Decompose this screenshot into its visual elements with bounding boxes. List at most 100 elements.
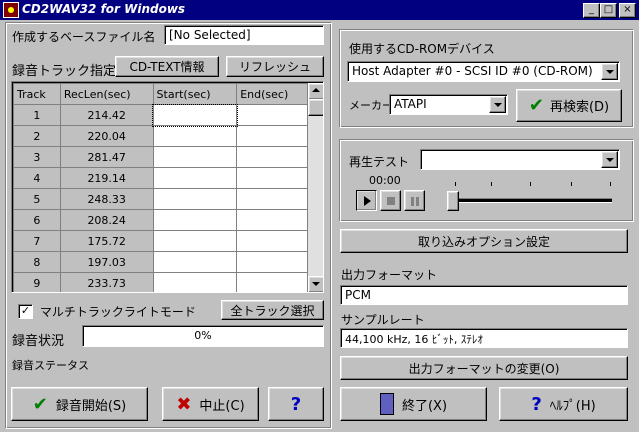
table-row[interactable]: 8 197.03 <box>13 251 308 273</box>
sample-rate-label: サンプルレート <box>341 313 425 327</box>
table-row[interactable]: 5 248.33 <box>13 188 308 210</box>
column-header-end[interactable]: End(sec) <box>236 83 308 105</box>
playtest-dropdown-arrow-icon[interactable] <box>601 151 618 168</box>
output-format-field: PCM <box>340 285 628 305</box>
track-number-cell: 4 <box>13 167 61 189</box>
playtest-label: 再生テスト <box>349 155 410 169</box>
change-format-button[interactable]: 出力フォーマットの変更(O) <box>340 356 628 380</box>
rec-status-text-label: 録音ステータス <box>12 359 89 372</box>
track-number-cell: 5 <box>13 188 61 210</box>
start-cell[interactable] <box>152 272 238 292</box>
device-dropdown[interactable]: Host Adapter #0 - SCSI ID #0 (CD-ROM) <box>347 61 620 82</box>
rec-progress-bar: 0% <box>82 325 324 347</box>
end-cell[interactable] <box>236 230 308 252</box>
playtest-dropdown[interactable] <box>420 149 620 170</box>
table-row[interactable]: 6 208.24 <box>13 209 308 231</box>
multitrack-checkbox[interactable]: ✓ マルチトラックライトモード <box>18 303 196 320</box>
start-cell[interactable] <box>152 188 238 210</box>
track-grid[interactable]: Track RecLen(sec) Start(sec) End(sec) 12… <box>11 81 324 293</box>
track-grid-scrollbar[interactable] <box>308 83 323 292</box>
table-row[interactable]: 3 281.47 <box>13 146 308 168</box>
column-header-track[interactable]: Track <box>13 83 61 105</box>
select-all-tracks-button[interactable]: 全トラック選択 <box>221 300 324 320</box>
pause-button[interactable] <box>404 190 425 211</box>
minimize-button[interactable]: _ <box>583 3 600 18</box>
end-cell[interactable] <box>236 125 308 147</box>
scroll-down-button[interactable] <box>308 276 323 292</box>
play-icon <box>364 196 371 206</box>
column-header-reclen[interactable]: RecLen(sec) <box>59 83 154 105</box>
play-button[interactable] <box>356 190 377 211</box>
end-cell[interactable] <box>236 272 308 292</box>
exit-label: 終了(X) <box>401 398 448 414</box>
end-cell[interactable] <box>236 188 308 210</box>
track-number-cell: 2 <box>13 125 61 147</box>
table-row[interactable]: 9 233.73 <box>13 272 308 292</box>
sample-rate-field: 44,100 kHz, 16 ﾋﾞｯﾄ, ｽﾃﾚｵ <box>340 328 628 348</box>
end-cell[interactable] <box>236 104 308 126</box>
base-file-label: 作成するベースファイル名 <box>12 30 156 44</box>
track-number-cell: 1 <box>13 104 61 126</box>
exit-button[interactable]: 終了(X) <box>340 387 487 421</box>
track-number-cell: 9 <box>13 272 61 292</box>
rec-progress-text: 0% <box>194 329 212 342</box>
check-icon: ✔ <box>528 95 544 116</box>
rec-status-label: 録音状況 <box>12 334 65 349</box>
pause-icon <box>411 197 414 206</box>
multitrack-check-mark[interactable]: ✓ <box>18 304 33 319</box>
playtest-value <box>421 150 619 154</box>
cdtext-button[interactable]: CD-TEXT情報 <box>115 56 219 77</box>
end-cell[interactable] <box>236 251 308 273</box>
door-icon <box>379 393 394 415</box>
reclen-cell: 281.47 <box>59 146 154 168</box>
start-cell[interactable] <box>152 103 238 127</box>
maker-dropdown-arrow-icon[interactable] <box>489 96 506 113</box>
start-cell[interactable] <box>152 146 238 168</box>
scroll-thumb[interactable] <box>308 99 323 116</box>
rescan-button[interactable]: ✔ 再検索(D) <box>516 89 622 122</box>
stop-playback-button[interactable] <box>380 190 401 211</box>
multitrack-label: マルチトラックライトモード <box>39 305 196 319</box>
window-title: CD2WAV32 for Windows <box>22 2 186 16</box>
reclen-cell: 214.42 <box>59 104 154 126</box>
stop-icon <box>387 197 395 205</box>
help-label: ﾍﾙﾌﾟ(H) <box>549 398 596 414</box>
base-file-field[interactable]: [No Selected] <box>164 25 324 45</box>
start-recording-label: 録音開始(S) <box>55 398 127 414</box>
refresh-button[interactable]: リフレッシュ <box>226 56 324 77</box>
app-icon[interactable] <box>3 2 19 18</box>
start-recording-button[interactable]: ✔ 録音開始(S) <box>11 387 148 421</box>
start-cell[interactable] <box>152 251 238 273</box>
table-row[interactable]: 2 220.04 <box>13 125 308 147</box>
stop-button[interactable]: ✖ 中止(C) <box>162 387 259 421</box>
start-cell[interactable] <box>152 230 238 252</box>
playback-position-slider[interactable] <box>447 182 615 212</box>
end-cell[interactable] <box>236 167 308 189</box>
help-icon: ? <box>531 393 542 415</box>
device-dropdown-arrow-icon[interactable] <box>601 63 618 80</box>
scroll-up-button[interactable] <box>308 83 323 100</box>
close-button[interactable]: × <box>619 3 636 18</box>
end-cell[interactable] <box>236 209 308 231</box>
rip-options-button[interactable]: 取り込みオプション設定 <box>340 229 628 253</box>
table-row[interactable]: 7 175.72 <box>13 230 308 252</box>
table-row[interactable]: 1 214.42 <box>13 103 308 127</box>
maker-label: メーカー <box>349 99 393 112</box>
help-icon-button[interactable]: ? <box>268 387 324 421</box>
column-header-start[interactable]: Start(sec) <box>152 83 238 105</box>
start-cell[interactable] <box>152 125 238 147</box>
reclen-cell: 197.03 <box>59 251 154 273</box>
end-cell[interactable] <box>236 146 308 168</box>
time-display: 00:00 <box>369 174 401 187</box>
reclen-cell: 208.24 <box>59 209 154 231</box>
title-bar[interactable]: CD2WAV32 for Windows _ □ × <box>0 0 639 20</box>
table-row[interactable]: 4 219.14 <box>13 167 308 189</box>
start-cell[interactable] <box>152 209 238 231</box>
maker-dropdown[interactable]: ATAPI <box>389 94 508 115</box>
slider-thumb[interactable] <box>447 191 459 211</box>
output-format-label: 出力フォーマット <box>341 268 438 282</box>
start-cell[interactable] <box>152 167 238 189</box>
maximize-button[interactable]: □ <box>600 3 617 18</box>
help-button[interactable]: ? ﾍﾙﾌﾟ(H) <box>499 387 628 421</box>
track-number-cell: 3 <box>13 146 61 168</box>
